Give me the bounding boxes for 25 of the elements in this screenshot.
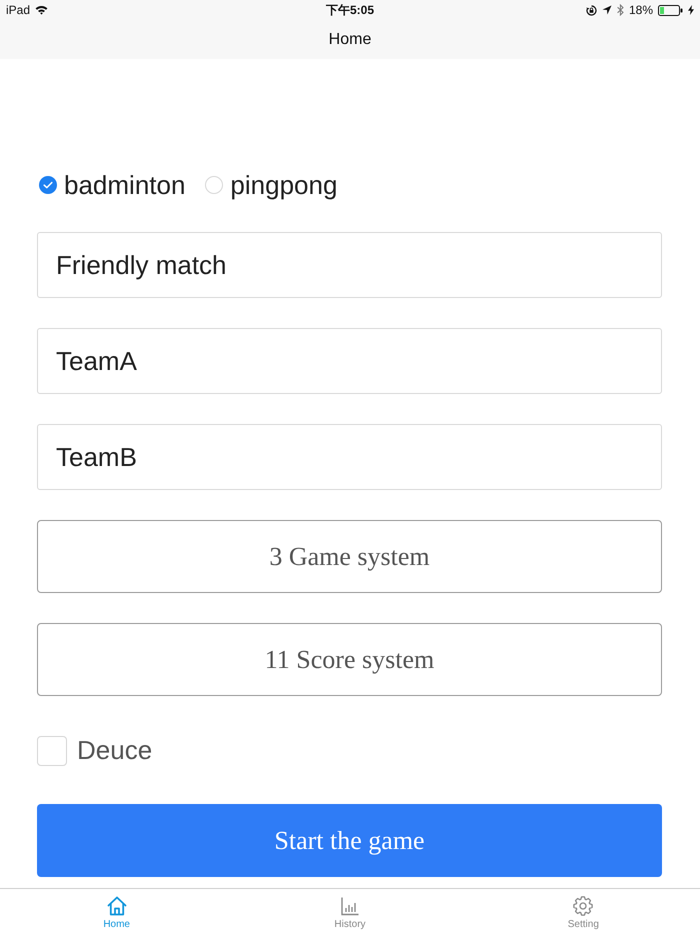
battery-percent: 18% [628, 3, 653, 17]
sport-radio-option[interactable]: pingpong [205, 170, 338, 200]
rotation-lock-icon [586, 4, 597, 16]
nav-title: Home [328, 30, 372, 48]
bar-chart-icon [340, 896, 360, 916]
status-time: 下午5:05 [326, 2, 374, 16]
device-name: iPad [6, 3, 30, 17]
text-field[interactable]: TeamB [37, 424, 662, 490]
text-field[interactable]: Friendly match [37, 232, 662, 298]
text-field[interactable]: TeamA [37, 328, 662, 394]
location-arrow-icon [602, 5, 612, 15]
deuce-label: Deuce [77, 735, 152, 766]
battery-icon [658, 4, 683, 16]
deuce-checkbox[interactable] [37, 736, 67, 766]
tab-bar-item[interactable]: History [332, 889, 368, 934]
home-icon [106, 896, 127, 916]
tab-bar-item[interactable]: Setting [566, 889, 601, 934]
picker-button[interactable]: 11 Score system [37, 623, 662, 696]
sport-radio-option[interactable]: badminton [39, 170, 186, 200]
picker-button[interactable]: 3 Game system [37, 520, 662, 593]
wifi-icon [35, 5, 48, 15]
start-button[interactable]: Start the game [37, 804, 662, 877]
charging-bolt-icon [688, 5, 694, 15]
settings-icon [573, 896, 594, 916]
bluetooth-icon [616, 4, 624, 16]
